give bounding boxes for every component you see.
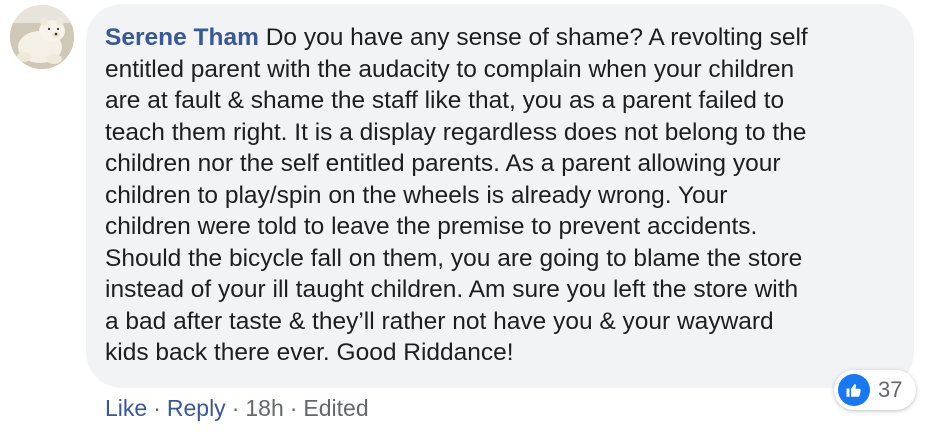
- comment-text-line: teach them right. It is a display regard…: [105, 118, 807, 146]
- avatar[interactable]: [10, 5, 74, 69]
- comment-text-line: a bad after taste & they’ll rather not h…: [105, 307, 774, 335]
- comment-actions: Like · Reply · 18h · Edited: [105, 392, 369, 424]
- comment-text-line: Do you have any sense of shame? A revolt…: [265, 24, 808, 51]
- comment-text-line: entitled parent with the audacity to com…: [105, 55, 795, 83]
- separator-dot: ·: [289, 395, 298, 421]
- comment-body: Serene Tham Do you have any sense of sha…: [105, 22, 905, 369]
- separator-dot: ·: [231, 395, 240, 421]
- comment-first-line: Serene Tham Do you have any sense of sha…: [105, 22, 905, 54]
- author-name-link[interactable]: Serene Tham: [105, 24, 259, 51]
- comment-text-line: instead of your ill taught children. Am …: [105, 276, 799, 303]
- like-button[interactable]: Like: [105, 395, 147, 421]
- comment-text-line: children to play/spin on the wheels is a…: [105, 181, 728, 209]
- reaction-count: 37: [878, 377, 903, 402]
- comment-text-line: kids back there ever. Good Riddance!: [105, 339, 514, 366]
- comment-text-line: children were told to leave the premise …: [105, 213, 758, 240]
- avatar-bear-image: [10, 5, 74, 69]
- timestamp-link[interactable]: 18h: [245, 395, 283, 421]
- comment: Serene Tham Do you have any sense of sha…: [0, 0, 946, 432]
- comment-text-line: Should the bicycle fall on them, you are…: [105, 244, 803, 272]
- comment-text-line: are at fault & shame the staff like that…: [105, 87, 785, 114]
- reply-button[interactable]: Reply: [167, 395, 226, 421]
- reaction-summary[interactable]: 37: [834, 370, 917, 410]
- separator-dot: ·: [153, 395, 161, 421]
- comment-text-line: children nor the self entitled parents. …: [105, 150, 781, 177]
- edited-label[interactable]: Edited: [303, 395, 368, 421]
- like-thumb-icon: [838, 374, 870, 406]
